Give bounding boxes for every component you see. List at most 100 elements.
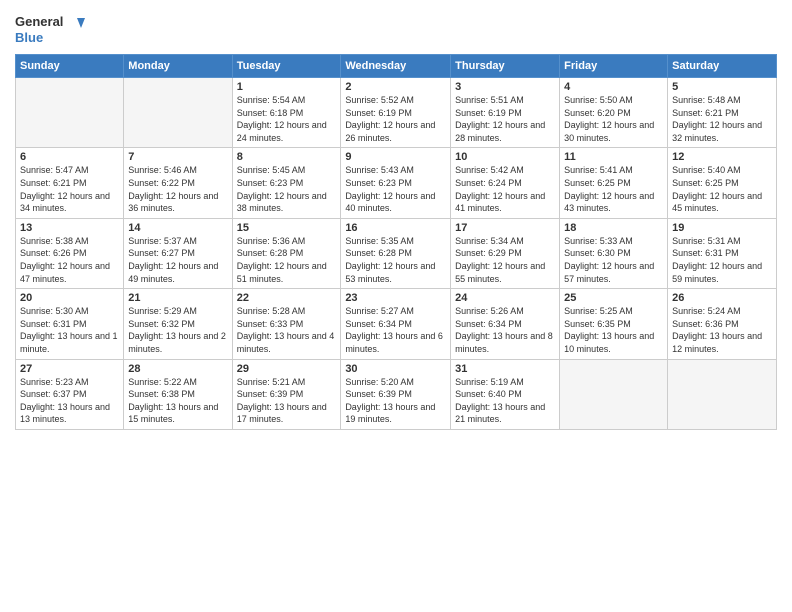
day-number: 17 (455, 222, 555, 234)
day-number: 25 (564, 292, 663, 304)
day-info: Sunrise: 5:51 AMSunset: 6:19 PMDaylight:… (455, 94, 555, 144)
day-info: Sunrise: 5:29 AMSunset: 6:32 PMDaylight:… (128, 305, 227, 355)
day-number: 3 (455, 81, 555, 93)
calendar-cell: 25Sunrise: 5:25 AMSunset: 6:35 PMDayligh… (560, 289, 668, 359)
weekday-header-tuesday: Tuesday (232, 55, 341, 78)
calendar-cell: 22Sunrise: 5:28 AMSunset: 6:33 PMDayligh… (232, 289, 341, 359)
calendar-cell: 5Sunrise: 5:48 AMSunset: 6:21 PMDaylight… (668, 78, 777, 148)
day-info: Sunrise: 5:24 AMSunset: 6:36 PMDaylight:… (672, 305, 772, 355)
calendar-cell (124, 78, 232, 148)
calendar-cell: 30Sunrise: 5:20 AMSunset: 6:39 PMDayligh… (341, 359, 451, 429)
day-info: Sunrise: 5:35 AMSunset: 6:28 PMDaylight:… (345, 235, 446, 285)
day-info: Sunrise: 5:22 AMSunset: 6:38 PMDaylight:… (128, 376, 227, 426)
week-row-4: 27Sunrise: 5:23 AMSunset: 6:37 PMDayligh… (16, 359, 777, 429)
calendar-cell (668, 359, 777, 429)
calendar-cell: 7Sunrise: 5:46 AMSunset: 6:22 PMDaylight… (124, 148, 232, 218)
day-number: 18 (564, 222, 663, 234)
calendar-cell: 3Sunrise: 5:51 AMSunset: 6:19 PMDaylight… (451, 78, 560, 148)
day-info: Sunrise: 5:43 AMSunset: 6:23 PMDaylight:… (345, 164, 446, 214)
calendar-cell: 28Sunrise: 5:22 AMSunset: 6:38 PMDayligh… (124, 359, 232, 429)
day-number: 8 (237, 151, 337, 163)
day-info: Sunrise: 5:41 AMSunset: 6:25 PMDaylight:… (564, 164, 663, 214)
calendar-cell: 18Sunrise: 5:33 AMSunset: 6:30 PMDayligh… (560, 218, 668, 288)
day-info: Sunrise: 5:54 AMSunset: 6:18 PMDaylight:… (237, 94, 337, 144)
day-number: 12 (672, 151, 772, 163)
day-number: 14 (128, 222, 227, 234)
logo: General Blue (15, 10, 85, 48)
calendar-cell: 23Sunrise: 5:27 AMSunset: 6:34 PMDayligh… (341, 289, 451, 359)
day-info: Sunrise: 5:33 AMSunset: 6:30 PMDaylight:… (564, 235, 663, 285)
calendar-cell: 12Sunrise: 5:40 AMSunset: 6:25 PMDayligh… (668, 148, 777, 218)
calendar-cell: 14Sunrise: 5:37 AMSunset: 6:27 PMDayligh… (124, 218, 232, 288)
day-number: 31 (455, 363, 555, 375)
day-number: 28 (128, 363, 227, 375)
week-row-0: 1Sunrise: 5:54 AMSunset: 6:18 PMDaylight… (16, 78, 777, 148)
day-number: 15 (237, 222, 337, 234)
day-info: Sunrise: 5:20 AMSunset: 6:39 PMDaylight:… (345, 376, 446, 426)
calendar-body: 1Sunrise: 5:54 AMSunset: 6:18 PMDaylight… (16, 78, 777, 430)
weekday-header-friday: Friday (560, 55, 668, 78)
day-info: Sunrise: 5:25 AMSunset: 6:35 PMDaylight:… (564, 305, 663, 355)
day-number: 10 (455, 151, 555, 163)
day-info: Sunrise: 5:42 AMSunset: 6:24 PMDaylight:… (455, 164, 555, 214)
day-info: Sunrise: 5:28 AMSunset: 6:33 PMDaylight:… (237, 305, 337, 355)
day-info: Sunrise: 5:40 AMSunset: 6:25 PMDaylight:… (672, 164, 772, 214)
day-number: 23 (345, 292, 446, 304)
day-info: Sunrise: 5:21 AMSunset: 6:39 PMDaylight:… (237, 376, 337, 426)
weekday-header-thursday: Thursday (451, 55, 560, 78)
weekday-header-wednesday: Wednesday (341, 55, 451, 78)
header: General Blue (15, 10, 777, 48)
day-info: Sunrise: 5:19 AMSunset: 6:40 PMDaylight:… (455, 376, 555, 426)
day-info: Sunrise: 5:46 AMSunset: 6:22 PMDaylight:… (128, 164, 227, 214)
calendar-cell: 20Sunrise: 5:30 AMSunset: 6:31 PMDayligh… (16, 289, 124, 359)
day-info: Sunrise: 5:45 AMSunset: 6:23 PMDaylight:… (237, 164, 337, 214)
day-info: Sunrise: 5:47 AMSunset: 6:21 PMDaylight:… (20, 164, 119, 214)
calendar-cell: 27Sunrise: 5:23 AMSunset: 6:37 PMDayligh… (16, 359, 124, 429)
calendar-cell: 15Sunrise: 5:36 AMSunset: 6:28 PMDayligh… (232, 218, 341, 288)
svg-text:General: General (15, 14, 63, 29)
calendar-cell: 31Sunrise: 5:19 AMSunset: 6:40 PMDayligh… (451, 359, 560, 429)
day-info: Sunrise: 5:30 AMSunset: 6:31 PMDaylight:… (20, 305, 119, 355)
calendar-cell (560, 359, 668, 429)
calendar-cell: 17Sunrise: 5:34 AMSunset: 6:29 PMDayligh… (451, 218, 560, 288)
day-number: 29 (237, 363, 337, 375)
logo-svg: General Blue (15, 10, 85, 48)
calendar-cell: 29Sunrise: 5:21 AMSunset: 6:39 PMDayligh… (232, 359, 341, 429)
day-number: 1 (237, 81, 337, 93)
calendar-cell: 26Sunrise: 5:24 AMSunset: 6:36 PMDayligh… (668, 289, 777, 359)
day-number: 24 (455, 292, 555, 304)
day-number: 21 (128, 292, 227, 304)
day-number: 22 (237, 292, 337, 304)
day-info: Sunrise: 5:48 AMSunset: 6:21 PMDaylight:… (672, 94, 772, 144)
calendar-cell: 8Sunrise: 5:45 AMSunset: 6:23 PMDaylight… (232, 148, 341, 218)
day-number: 20 (20, 292, 119, 304)
day-number: 30 (345, 363, 446, 375)
calendar-cell: 2Sunrise: 5:52 AMSunset: 6:19 PMDaylight… (341, 78, 451, 148)
svg-text:Blue: Blue (15, 30, 43, 45)
week-row-3: 20Sunrise: 5:30 AMSunset: 6:31 PMDayligh… (16, 289, 777, 359)
calendar-cell: 4Sunrise: 5:50 AMSunset: 6:20 PMDaylight… (560, 78, 668, 148)
calendar-cell: 21Sunrise: 5:29 AMSunset: 6:32 PMDayligh… (124, 289, 232, 359)
calendar-cell: 13Sunrise: 5:38 AMSunset: 6:26 PMDayligh… (16, 218, 124, 288)
calendar-cell: 16Sunrise: 5:35 AMSunset: 6:28 PMDayligh… (341, 218, 451, 288)
day-number: 4 (564, 81, 663, 93)
day-number: 6 (20, 151, 119, 163)
day-info: Sunrise: 5:38 AMSunset: 6:26 PMDaylight:… (20, 235, 119, 285)
weekday-header-saturday: Saturday (668, 55, 777, 78)
calendar-cell: 1Sunrise: 5:54 AMSunset: 6:18 PMDaylight… (232, 78, 341, 148)
calendar-cell: 24Sunrise: 5:26 AMSunset: 6:34 PMDayligh… (451, 289, 560, 359)
day-info: Sunrise: 5:26 AMSunset: 6:34 PMDaylight:… (455, 305, 555, 355)
day-info: Sunrise: 5:52 AMSunset: 6:19 PMDaylight:… (345, 94, 446, 144)
day-info: Sunrise: 5:50 AMSunset: 6:20 PMDaylight:… (564, 94, 663, 144)
day-info: Sunrise: 5:34 AMSunset: 6:29 PMDaylight:… (455, 235, 555, 285)
day-info: Sunrise: 5:31 AMSunset: 6:31 PMDaylight:… (672, 235, 772, 285)
day-number: 13 (20, 222, 119, 234)
calendar-cell (16, 78, 124, 148)
week-row-2: 13Sunrise: 5:38 AMSunset: 6:26 PMDayligh… (16, 218, 777, 288)
day-info: Sunrise: 5:23 AMSunset: 6:37 PMDaylight:… (20, 376, 119, 426)
day-number: 26 (672, 292, 772, 304)
weekday-row: SundayMondayTuesdayWednesdayThursdayFrid… (16, 55, 777, 78)
day-number: 19 (672, 222, 772, 234)
calendar-cell: 10Sunrise: 5:42 AMSunset: 6:24 PMDayligh… (451, 148, 560, 218)
day-info: Sunrise: 5:27 AMSunset: 6:34 PMDaylight:… (345, 305, 446, 355)
